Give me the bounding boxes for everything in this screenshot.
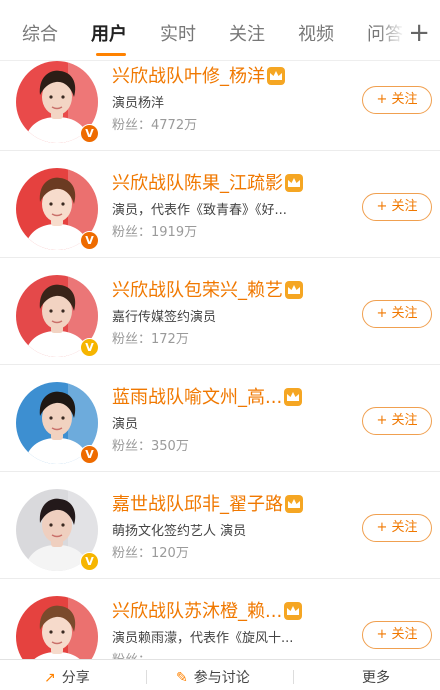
- crown-icon: [267, 67, 285, 85]
- user-name[interactable]: 兴欣战队苏沐橙_赖...: [112, 601, 282, 623]
- tab-fade-overlay: [378, 16, 412, 54]
- follow-button[interactable]: + 关注: [362, 514, 432, 542]
- user-description: 嘉行传媒签约演员: [112, 310, 217, 325]
- user-result-row[interactable]: V 嘉世战队邱非_翟子路 萌扬文化签约艺人 演员 粉丝：120万 + 关注: [0, 472, 440, 579]
- crown-icon: [285, 495, 303, 513]
- user-result-row[interactable]: V 兴欣战队陈果_江疏影 演员，代表作《致青春》《好... 粉丝：1919万 +…: [0, 151, 440, 258]
- user-name[interactable]: 嘉世战队邱非_翟子路: [112, 494, 283, 516]
- user-result-list: V 兴欣战队叶修_杨洋 演员杨洋 粉丝：4772万 + 关注 V 兴欣战队陈果_: [0, 44, 440, 686]
- tab-comprehensive[interactable]: 综合: [22, 24, 58, 46]
- fans-count: 粉丝：350万: [112, 439, 189, 454]
- user-result-row[interactable]: V 兴欣战队包荣兴_赖艺 嘉行传媒签约演员 粉丝：172万 + 关注: [0, 258, 440, 365]
- share-label: 分享: [61, 670, 90, 686]
- edit-icon: ✎: [176, 670, 188, 686]
- fans-count: 粉丝：120万: [112, 546, 189, 561]
- tab-video[interactable]: 视频: [298, 24, 334, 46]
- fans-count: 粉丝：172万: [112, 332, 189, 347]
- more-label: 更多: [362, 670, 390, 686]
- user-name[interactable]: 兴欣战队叶修_杨洋: [112, 66, 265, 88]
- user-name[interactable]: 兴欣战队陈果_江疏影: [112, 173, 283, 195]
- user-description: 演员，代表作《致青春》《好...: [112, 203, 287, 218]
- follow-button[interactable]: + 关注: [362, 193, 432, 221]
- tab-realtime[interactable]: 实时: [160, 24, 196, 46]
- crown-icon: [284, 602, 302, 620]
- user-description: 萌扬文化签约艺人 演员: [112, 524, 247, 539]
- verified-badge-icon: V: [80, 445, 99, 464]
- more-button[interactable]: 更多: [362, 669, 390, 687]
- user-description: 演员赖雨濛，代表作《旋风十...: [112, 631, 294, 646]
- verified-badge-icon: V: [80, 231, 99, 250]
- user-name[interactable]: 蓝雨战队喻文州_高...: [112, 387, 282, 409]
- discuss-button[interactable]: ✎ 参与讨论: [176, 669, 250, 687]
- bottom-action-bar: ↗ 分享 ✎ 参与讨论 更多: [0, 659, 440, 690]
- tab-users[interactable]: 用户: [91, 24, 127, 46]
- user-description: 演员: [112, 417, 139, 432]
- verified-badge-icon: V: [80, 124, 99, 143]
- verified-badge-icon: V: [80, 338, 99, 357]
- active-tab-indicator: [96, 53, 126, 56]
- crown-icon: [285, 281, 303, 299]
- fans-count: 粉丝：1919万: [112, 225, 198, 240]
- fans-count: 粉丝：4772万: [112, 118, 198, 133]
- crown-icon: [284, 388, 302, 406]
- search-tab-bar: 综合 用户 实时 关注 视频 问答 +: [0, 0, 440, 61]
- tab-following[interactable]: 关注: [229, 24, 265, 46]
- user-result-row[interactable]: V 蓝雨战队喻文州_高... 演员 粉丝：350万 + 关注: [0, 365, 440, 472]
- follow-button[interactable]: + 关注: [362, 86, 432, 114]
- follow-button[interactable]: + 关注: [362, 300, 432, 328]
- verified-badge-icon: V: [80, 552, 99, 571]
- user-name[interactable]: 兴欣战队包荣兴_赖艺: [112, 280, 283, 302]
- user-description: 演员杨洋: [112, 96, 165, 111]
- crown-icon: [285, 174, 303, 192]
- share-icon: ↗: [44, 670, 56, 686]
- divider: [293, 670, 294, 684]
- discuss-label: 参与讨论: [193, 670, 250, 686]
- add-channel-icon[interactable]: +: [408, 20, 430, 46]
- divider: [146, 670, 147, 684]
- share-button[interactable]: ↗ 分享: [44, 669, 90, 687]
- follow-button[interactable]: + 关注: [362, 621, 432, 649]
- follow-button[interactable]: + 关注: [362, 407, 432, 435]
